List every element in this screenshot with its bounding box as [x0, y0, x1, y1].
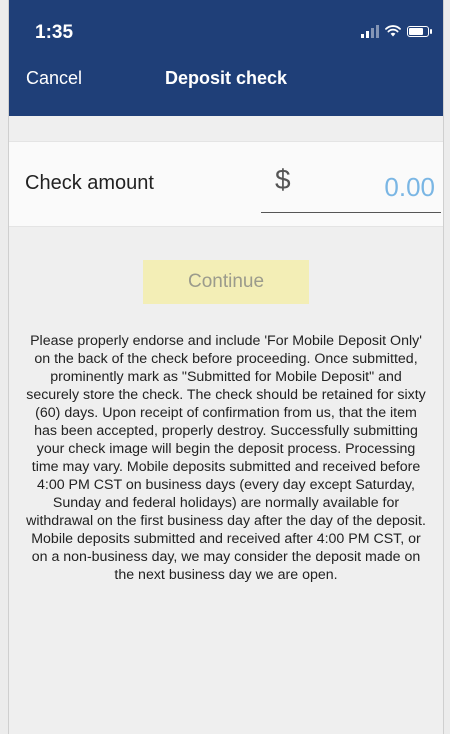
- battery-icon: [407, 25, 432, 37]
- status-time: 1:35: [35, 22, 74, 43]
- continue-button[interactable]: Continue: [143, 260, 309, 304]
- deposit-disclaimer: Please properly endorse and include 'For…: [26, 333, 426, 583]
- signal-icon: [361, 24, 379, 38]
- status-icons: [361, 24, 432, 38]
- status-bar: 1:35: [9, 0, 443, 62]
- check-amount-input[interactable]: [303, 164, 437, 210]
- app-header: 1:35 Cancel Deposit check: [9, 0, 443, 116]
- nav-bar: Cancel Deposit check: [9, 62, 443, 116]
- check-amount-row: Check amount $: [9, 141, 443, 227]
- phone-screen: 1:35 Cancel Deposit check Check amount $…: [8, 0, 444, 734]
- currency-symbol: $: [275, 164, 291, 195]
- wifi-icon: [385, 25, 401, 37]
- page-title: Deposit check: [164, 68, 288, 88]
- check-amount-label: Check amount: [25, 172, 154, 194]
- check-amount-field[interactable]: $: [261, 164, 441, 213]
